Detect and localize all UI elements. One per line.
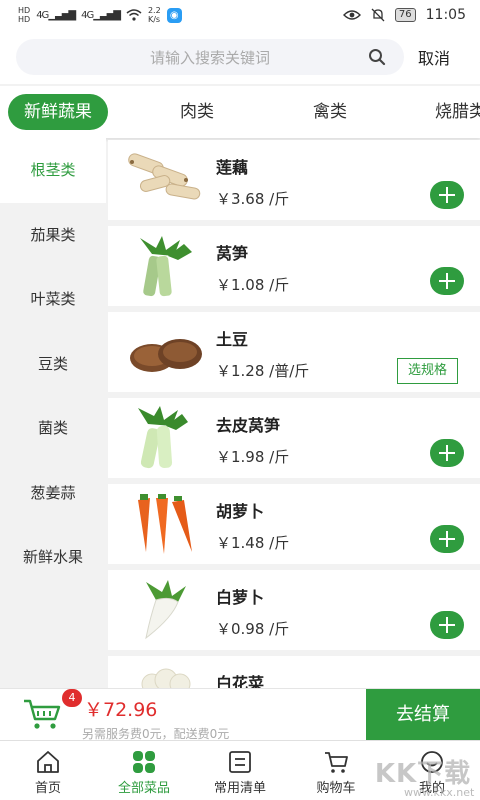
checkout-button[interactable]: 去结算 [366, 689, 480, 741]
tab-meat[interactable]: 肉类 [180, 94, 214, 130]
search-input[interactable]: 请输入搜索关键词 [16, 39, 404, 75]
product-name: 胡萝卜 [216, 502, 265, 521]
sidebar-item-leafy-vegetables[interactable]: 叶菜类 [0, 267, 106, 332]
grid-icon [133, 751, 155, 773]
list-icon [229, 751, 251, 773]
product-price: ￥1.28 /普/斤 [216, 362, 310, 380]
sim-label-1: HD [18, 6, 31, 15]
network-type-1: 4G [36, 9, 49, 21]
product-item[interactable]: 胡萝卜 ￥1.48 /斤 [108, 484, 480, 564]
product-item[interactable]: 莴笋 ￥1.08 /斤 [108, 226, 480, 306]
search-placeholder: 请输入搜索关键词 [149, 48, 270, 67]
add-to-cart-button[interactable] [430, 439, 464, 467]
signal-1: 4G▁▃▅▇ [36, 9, 76, 21]
cart-summary-bar: 4 ￥72.96 另需服务费0元，配送费0元 去结算 [0, 688, 480, 741]
nav-label: 全部菜品 [117, 781, 170, 796]
add-to-cart-button[interactable] [430, 525, 464, 553]
peeled-lettuce-stem-image [138, 406, 188, 469]
network-type-2: 4G [81, 9, 94, 21]
status-right: 76 11:05 [342, 7, 466, 23]
clock: 11:05 [425, 7, 466, 23]
nav-item-all-dishes[interactable]: 全部菜品 [96, 741, 192, 800]
search-icon[interactable] [368, 48, 386, 66]
product-name: 白花菜 [216, 674, 265, 688]
battery-icon: 76 [394, 8, 416, 22]
product-price: ￥3.68 /斤 [216, 190, 290, 208]
sim-label-2: HD [18, 15, 31, 24]
product-price: ￥1.08 /斤 [216, 276, 290, 294]
search-bar: 请输入搜索关键词 取消 [0, 30, 480, 84]
cancel-button[interactable]: 取消 [418, 45, 450, 69]
app-notification-icon: ◉ [166, 7, 182, 23]
subcategory-sidebar: 根茎类 茄果类 叶菜类 豆类 菌类 葱姜蒜 新鲜水果 [0, 138, 106, 688]
product-item[interactable]: 莲藕 ￥3.68 /斤 [108, 140, 480, 220]
sim-labels: HD HD [18, 6, 30, 24]
cart-icon[interactable] [22, 697, 62, 731]
product-item[interactable]: 白萝卜 ￥0.98 /斤 [108, 570, 480, 650]
mute-bell-icon [371, 8, 385, 22]
tab-roast-meat[interactable]: 烧腊类 [435, 94, 480, 130]
eye-icon [342, 10, 361, 20]
nav-label: 首页 [34, 781, 61, 796]
signal-2: 4G▁▃▅▇ [81, 9, 121, 21]
add-to-cart-button[interactable] [430, 181, 464, 209]
tab-fresh-produce[interactable]: 新鲜蔬果 [8, 94, 108, 130]
lettuce-stem-image [140, 236, 192, 297]
nav-item-common-list[interactable]: 常用清单 [192, 741, 288, 800]
watermark-url: www.kkx.net [404, 786, 475, 799]
white-radish-image [145, 580, 186, 640]
product-name: 莲藕 [216, 158, 249, 177]
sidebar-item-beans[interactable]: 豆类 [0, 332, 106, 397]
wifi-icon [126, 9, 142, 21]
sidebar-item-onion-ginger-garlic[interactable]: 葱姜蒜 [0, 461, 106, 526]
status-bar: HD HD 4G▁▃▅▇ 4G▁▃▅▇ 2.2 K/s ◉ 76 11:05 [0, 0, 480, 30]
product-item[interactable]: 土豆 ￥1.28 /普/斤 选规格 [108, 312, 480, 392]
cart-count-badge: 4 [62, 689, 82, 707]
add-to-cart-button[interactable] [430, 267, 464, 295]
product-name: 莴笋 [216, 244, 249, 263]
sidebar-item-fruit-vegetables[interactable]: 茄果类 [0, 203, 106, 268]
status-left: HD HD 4G▁▃▅▇ 4G▁▃▅▇ 2.2 K/s ◉ [18, 6, 182, 24]
net-speed: 2.2 K/s [147, 6, 161, 24]
lotus-root-image [128, 153, 201, 200]
select-spec-button[interactable]: 选规格 [396, 358, 458, 384]
product-price: ￥0.98 /斤 [216, 620, 290, 638]
product-item[interactable]: 白花菜 [108, 656, 480, 688]
product-name: 去皮莴笋 [216, 416, 281, 435]
product-name: 白萝卜 [216, 588, 265, 607]
cart-total: ￥72.96 [84, 699, 158, 721]
sidebar-item-mushrooms[interactable]: 菌类 [0, 396, 106, 461]
product-price: ￥1.98 /斤 [216, 448, 290, 466]
cauliflower-image [141, 668, 191, 688]
sidebar-item-fresh-fruit[interactable]: 新鲜水果 [0, 525, 106, 590]
sidebar-item-root-vegetables[interactable]: 根茎类 [0, 138, 106, 203]
cart-icon [325, 752, 348, 773]
nav-label: 购物车 [316, 781, 356, 796]
tab-poultry[interactable]: 禽类 [313, 94, 347, 130]
product-price: ￥1.48 /斤 [216, 534, 290, 552]
category-tabs: 新鲜蔬果 肉类 禽类 烧腊类 [0, 86, 480, 138]
carrot-image [138, 494, 192, 554]
home-icon [37, 751, 59, 773]
product-list: 莲藕 ￥3.68 /斤 莴笋 ￥1.08 /斤 土豆 ￥1.28 /普/斤 选规… [108, 140, 480, 688]
nav-item-home[interactable]: 首页 [0, 741, 96, 800]
product-item[interactable]: 去皮莴笋 ￥1.98 /斤 [108, 398, 480, 478]
nav-label: 常用清单 [213, 781, 266, 796]
potato-image [130, 339, 202, 372]
add-to-cart-button[interactable] [430, 611, 464, 639]
product-name: 土豆 [216, 330, 249, 349]
